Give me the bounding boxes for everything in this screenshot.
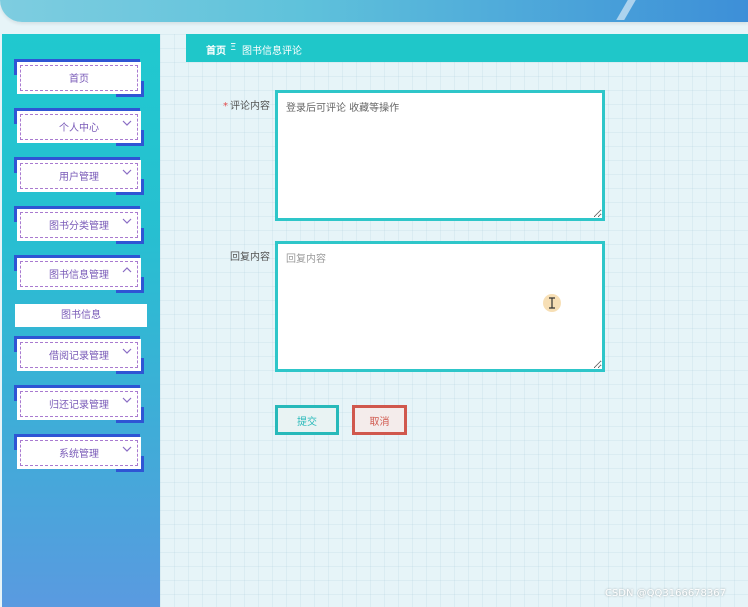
chevron-up-icon [122,267,132,273]
sidebar-item-borrow-record-management[interactable]: 借阅记录管理 [14,336,144,374]
watermark: CSDN @QQ3166678367 [604,588,726,599]
chevron-down-icon [122,348,132,354]
cancel-button[interactable]: 取消 [352,405,407,435]
header-decoration [616,0,636,20]
required-mark: * [223,101,228,112]
submit-button[interactable]: 提交 [275,405,339,435]
breadcrumb: 首页 Ξ 图书信息评论 [186,34,748,62]
sidebar-item-personal-center[interactable]: 个人中心 [14,108,144,146]
top-header-bar [0,0,748,22]
sidebar-item-home[interactable]: 首页 [14,59,144,97]
sidebar-item-book-info-management[interactable]: 图书信息管理 [14,255,144,293]
breadcrumb-home-link[interactable]: 首页 [206,42,226,57]
sidebar-item-user-management[interactable]: 用户管理 [14,157,144,195]
sidebar-item-label: 首页 [69,74,89,85]
chevron-down-icon [122,169,132,175]
chevron-down-icon [122,120,132,126]
breadcrumb-separator-icon: Ξ [230,42,237,53]
sidebar-subitem-book-info[interactable]: 图书信息 [15,304,147,327]
comment-label-text: 评论内容 [230,101,270,112]
comment-label: * 评论内容 [200,97,270,112]
sidebar-item-book-category-management[interactable]: 图书分类管理 [14,206,144,244]
comment-textarea[interactable]: 登录后可评论 收藏等操作 [275,90,605,221]
sidebar-item-system-management[interactable]: 系统管理 [14,434,144,472]
chevron-down-icon [122,397,132,403]
text-cursor-icon [543,294,561,312]
reply-label: 回复内容 [230,252,270,263]
chevron-down-icon [122,218,132,224]
chevron-down-icon [122,446,132,452]
sidebar-item-return-record-management[interactable]: 归还记录管理 [14,385,144,423]
breadcrumb-current: 图书信息评论 [242,46,302,57]
